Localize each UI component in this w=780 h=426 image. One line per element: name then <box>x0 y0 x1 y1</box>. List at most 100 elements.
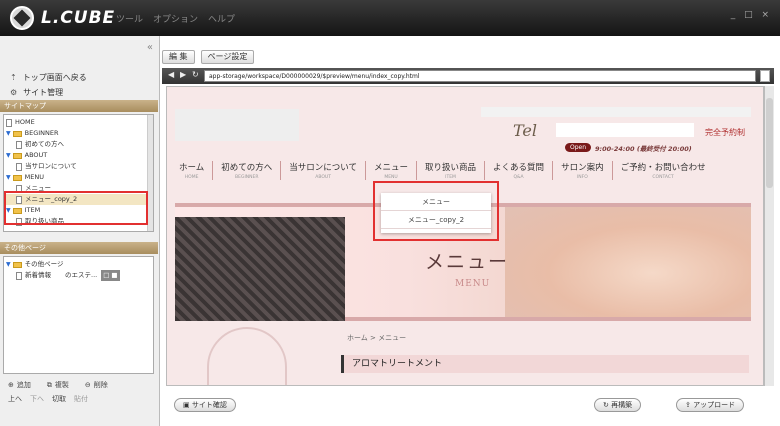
opening-hours: 9:00-24:00 (最終受付 20:00) <box>595 145 692 153</box>
page-icon <box>16 271 22 280</box>
site-admin-label: サイト管理 <box>23 87 64 97</box>
nav-item-contact[interactable]: ご予約・お問い合わせ CONTACT <box>611 161 714 180</box>
page-settings-button[interactable]: ページ設定 <box>200 50 255 64</box>
nav-en: ITEM <box>445 175 456 180</box>
reload-icon[interactable]: ↻ <box>192 70 199 79</box>
tree-item-news[interactable]: 新着情報 のエステ... □ ■ <box>6 270 153 281</box>
back-to-top-label: トップ画面へ戻る <box>22 72 87 82</box>
nav-item-qa[interactable]: よくある質問 Q&A <box>484 161 552 180</box>
tree-label: 初めての方へ <box>25 140 64 148</box>
tree-item-beginner[interactable]: ▼ BEGINNER <box>6 128 153 139</box>
tel-label: Tel <box>513 121 538 140</box>
expand-icon[interactable]: ▼ <box>6 128 11 139</box>
tree-extra: のエステ... <box>65 271 98 279</box>
gear-icon: ⚙ <box>10 87 18 97</box>
delete-button[interactable]: 削除 <box>94 380 108 390</box>
tree-item-about[interactable]: ▼ ABOUT <box>6 150 153 161</box>
duplicate-button[interactable]: 複製 <box>55 380 69 390</box>
tree-item-other[interactable]: ▼ その他ページ <box>6 259 153 270</box>
paste-button[interactable]: 貼付 <box>74 394 88 404</box>
tree-label: BEGINNER <box>24 129 59 137</box>
folder-icon <box>12 174 22 181</box>
nav-ja: ご予約・お問い合わせ <box>620 163 706 173</box>
hero-title: メニュー <box>425 251 510 273</box>
expand-icon[interactable]: ▼ <box>6 150 11 161</box>
address-menu-icon[interactable] <box>760 70 770 82</box>
tree-label: ABOUT <box>24 151 48 159</box>
basket-image <box>175 217 345 321</box>
site-check-label: サイト確認 <box>191 401 227 409</box>
nav-item-home[interactable]: ホーム HOME <box>179 161 212 180</box>
nav-ja: 初めての方へ <box>221 163 273 173</box>
menu-bar: ツール オプション ヘルプ <box>116 12 235 25</box>
upload-icon: ⇪ <box>685 401 694 409</box>
tree-label: 新着情報 <box>25 271 51 279</box>
expand-icon[interactable]: ▼ <box>6 259 11 270</box>
rebuild-label: 再構築 <box>611 401 633 409</box>
cut-button[interactable]: 切取 <box>52 394 66 404</box>
forward-icon[interactable]: ▶ <box>180 70 186 79</box>
ornament-decoration <box>207 327 287 385</box>
scroll-thumb[interactable] <box>766 98 773 188</box>
folder-icon <box>12 130 22 137</box>
nav-en: CONTACT <box>652 175 674 180</box>
delete-icon: ⊖ <box>84 381 91 389</box>
page-icon <box>6 118 12 127</box>
window-controls[interactable]: _ □ × <box>731 10 772 20</box>
logo-text: L.CUBE <box>41 8 116 28</box>
news-badge[interactable]: □ ■ <box>101 270 120 281</box>
move-down-button[interactable]: 下へ <box>30 394 44 404</box>
arrow-up-icon: ⇡ <box>10 72 17 82</box>
tree-actions-row1: ⊕ 追加 ⧉ 複製 ⊖ 削除 <box>0 378 158 392</box>
nav-item-info[interactable]: サロン案内 INFO <box>552 161 612 180</box>
nav-ja: メニュー <box>374 163 409 173</box>
folder-icon <box>12 152 22 159</box>
nav-en: Q&A <box>513 175 524 180</box>
nav-item-beginner[interactable]: 初めての方へ BEGINNER <box>212 161 280 180</box>
section-heading: アロマトリートメント <box>341 355 749 373</box>
hero-subtitle: MENU <box>455 279 491 289</box>
tree-item-menu[interactable]: ▼ MENU <box>6 172 153 183</box>
tree-label: MENU <box>24 173 44 181</box>
nav-ja: 当サロンについて <box>289 163 358 173</box>
move-up-button[interactable]: 上へ <box>8 394 22 404</box>
back-to-top-button[interactable]: ⇡ トップ画面へ戻る <box>0 69 158 85</box>
menu-tools[interactable]: ツール <box>116 12 143 25</box>
tree-item-about-page[interactable]: 当サロンについて <box>6 161 153 172</box>
back-icon[interactable]: ◀ <box>168 70 174 79</box>
breadcrumb[interactable]: ホーム > メニュー <box>347 333 406 343</box>
page-icon <box>16 140 22 149</box>
collapse-panel-button[interactable]: « <box>147 42 153 53</box>
nav-item-about[interactable]: 当サロンについて ABOUT <box>280 161 365 180</box>
editor-toolbar: 編 集 ページ設定 <box>162 50 255 64</box>
tree-item-beginner-page[interactable]: 初めての方へ <box>6 139 153 150</box>
nav-en: INFO <box>576 175 588 180</box>
edit-button[interactable]: 編 集 <box>162 50 195 64</box>
tel-number-box <box>556 123 694 137</box>
preview-scrollbar[interactable] <box>764 86 774 386</box>
header-placeholder <box>481 107 751 117</box>
add-button[interactable]: 追加 <box>17 380 31 390</box>
monitor-icon: ▣ <box>183 401 192 409</box>
nav-en: HOME <box>184 175 199 180</box>
rebuild-button[interactable]: ↻ 再構築 <box>594 398 642 412</box>
site-check-button[interactable]: ▣ サイト確認 <box>174 398 236 412</box>
tree-label: HOME <box>15 118 35 126</box>
tree-label: 当サロンについて <box>25 162 77 170</box>
nav-item-menu[interactable]: メニュー MENU <box>365 161 416 180</box>
nav-en: BEGINNER <box>235 175 259 180</box>
site-admin-button[interactable]: ⚙ サイト管理 <box>0 84 158 100</box>
open-badge: Open <box>565 143 592 152</box>
dropdown-highlight-box <box>373 181 499 241</box>
nav-item-item[interactable]: 取り扱い商品 ITEM <box>416 161 484 180</box>
tree-item-home[interactable]: HOME <box>6 117 153 128</box>
url-field[interactable]: app-storage/workspace/D000000029/$previe… <box>204 70 756 82</box>
expand-icon[interactable]: ▼ <box>6 172 11 183</box>
menu-options[interactable]: オプション <box>153 12 198 25</box>
tree-actions-row2: 上へ 下へ 切取 貼付 <box>0 392 158 406</box>
app-logo: L.CUBE <box>10 6 115 30</box>
other-pages-header: その他ページ <box>0 242 158 254</box>
menu-help[interactable]: ヘルプ <box>208 12 235 25</box>
upload-button[interactable]: ⇪ アップロード <box>676 398 745 412</box>
tree-label: その他ページ <box>24 260 64 268</box>
